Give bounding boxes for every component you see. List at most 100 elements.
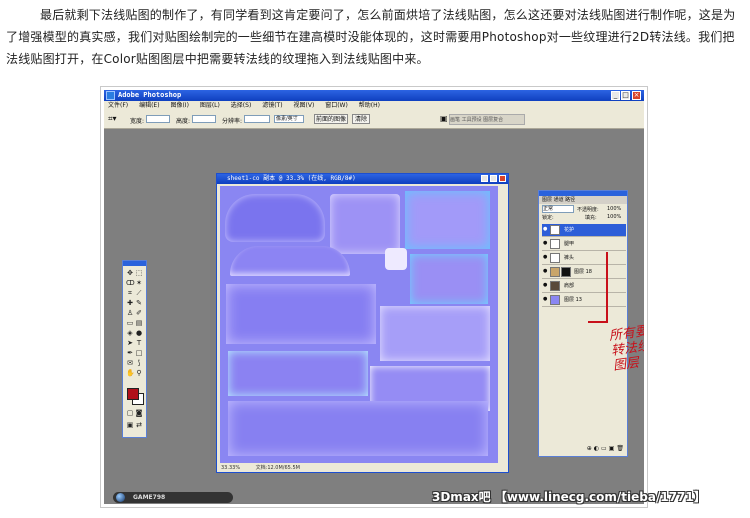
menu-filter[interactable]: 滤镜(T): [262, 102, 282, 109]
title-bar: Adobe Photoshop _ □ ×: [104, 90, 644, 101]
menu-help[interactable]: 帮助(H): [359, 102, 380, 109]
opacity-value[interactable]: 100%: [607, 206, 621, 212]
menu-file[interactable]: 文件(F): [108, 102, 128, 109]
clear-button[interactable]: 清除: [352, 114, 370, 124]
layer-thumbnail: [550, 295, 560, 305]
pen-tool-icon[interactable]: ✒: [126, 349, 134, 357]
screen-mode-icon[interactable]: ▣: [126, 421, 134, 429]
jump-to-imageready-icon[interactable]: ⇄: [135, 421, 143, 429]
document-window: sheet1-co 副本 @ 33.3% (在线, RGB/8#) 33.33%…: [216, 173, 509, 473]
options-bar: ⌗▾ 宽度: 高度: 分辨率: 像素/英寸 前面的图像 清除 ▣ 画笔 工具预设…: [104, 111, 644, 129]
texture-buckle: [385, 248, 407, 270]
minimize-icon[interactable]: _: [611, 91, 620, 100]
normal-map-canvas[interactable]: [220, 186, 498, 463]
layer-thumbnail: [550, 239, 560, 249]
width-label: 宽度:: [130, 118, 145, 125]
layer-row[interactable]: ● 图层 18: [542, 266, 626, 279]
layer-name: 肩部: [564, 283, 575, 289]
layers-options: 正常 不透明度: 100% 锁定: 填充: 100%: [539, 204, 627, 221]
visibility-eye-icon[interactable]: ●: [543, 269, 548, 274]
menu-edit[interactable]: 编辑(E): [139, 102, 159, 109]
fill-value[interactable]: 100%: [607, 214, 621, 220]
watermark: 3Dmax吧 【www.linecg.com/tieba/1771】: [432, 490, 706, 504]
zoom-readout[interactable]: 33.33%: [221, 465, 240, 471]
zoom-tool-icon[interactable]: ⚲: [135, 369, 143, 377]
standard-mode-icon[interactable]: ▢: [126, 409, 134, 417]
layer-row[interactable]: ● 图层 13: [542, 294, 626, 307]
front-image-button[interactable]: 前面的图像: [314, 114, 348, 124]
visibility-eye-icon[interactable]: ●: [543, 297, 548, 302]
menu-layer[interactable]: 图层(L): [200, 102, 220, 109]
doc-close-icon[interactable]: [499, 175, 506, 182]
magic-wand-icon[interactable]: ✶: [135, 279, 143, 287]
history-brush-icon[interactable]: ✐: [135, 309, 143, 317]
doc-minimize-icon[interactable]: [481, 175, 488, 182]
document-status-bar: 33.33% 文档:12.0M/65.5M: [217, 464, 508, 472]
slice-icon[interactable]: ⟋: [135, 289, 143, 297]
layer-row[interactable]: ● 肩部: [542, 280, 626, 293]
layer-row[interactable]: ● 腿甲: [542, 238, 626, 251]
game798-logo: GAME798 WWW.GAME798.COM: [113, 492, 233, 503]
crop-icon[interactable]: ⌗: [126, 289, 134, 297]
resolution-field[interactable]: [244, 115, 270, 123]
visibility-eye-icon[interactable]: ●: [543, 227, 548, 232]
texture-skirt-right: [410, 254, 488, 304]
hand-tool-icon[interactable]: ✋: [126, 369, 135, 377]
texture-sleeves: [228, 351, 368, 396]
menu-view[interactable]: 视图(V): [294, 102, 315, 109]
close-icon[interactable]: ×: [632, 91, 641, 100]
doc-maximize-icon[interactable]: [490, 175, 497, 182]
toolbox: ✥ ⬚ ↀ ✶ ⌗ ⟋ ✚ ✎ ♙ ✐ ▭ ▤ ◈ ● ➤ T ✒ □ ✉ ⟆ …: [122, 260, 147, 438]
menu-select[interactable]: 选择(S): [231, 102, 252, 109]
move-tool-icon[interactable]: ✥: [126, 269, 134, 277]
foreground-color-swatch[interactable]: [127, 388, 139, 400]
layers-bottom-icons[interactable]: ⊕◐▭▣🗑: [542, 445, 626, 453]
document-info: 文档:12.0M/65.5M: [255, 465, 300, 471]
logo-text: GAME798 WWW.GAME798.COM: [133, 494, 166, 501]
article-paragraph: 最后就剩下法线贴图的制作了，有同学看到这肯定要问了，怎么前面烘培了法线贴图，怎么…: [6, 8, 736, 66]
layer-row[interactable]: ● 花护: [542, 224, 626, 237]
document-title-bar: sheet1-co 副本 @ 33.3% (在线, RGB/8#): [217, 174, 508, 184]
width-field[interactable]: [146, 115, 170, 123]
lasso-tool-icon[interactable]: ↀ: [126, 279, 135, 287]
notes-icon[interactable]: ✉: [126, 359, 134, 367]
menu-image[interactable]: 图像(I): [170, 102, 188, 109]
layer-name: 图层 13: [564, 297, 582, 303]
brush-icon[interactable]: ✎: [135, 299, 143, 307]
visibility-eye-icon[interactable]: ●: [543, 241, 548, 246]
shape-tool-icon[interactable]: □: [135, 349, 143, 357]
eraser-icon[interactable]: ▭: [126, 319, 134, 327]
clone-stamp-icon[interactable]: ♙: [126, 309, 134, 317]
blend-mode-select[interactable]: 正常: [542, 205, 574, 213]
layers-palette: 图层 通道 路径 正常 不透明度: 100% 锁定: 填充: 100% ● 花护…: [538, 190, 628, 457]
gradient-icon[interactable]: ▤: [135, 319, 143, 327]
texture-robe-middle: [226, 284, 376, 344]
texture-chest: [330, 194, 400, 254]
layers-tabs[interactable]: 图层 通道 路径: [539, 196, 627, 204]
eyedropper-icon[interactable]: ⟆: [135, 359, 143, 367]
dodge-icon[interactable]: ●: [135, 329, 143, 337]
layer-row[interactable]: ● 裤头: [542, 252, 626, 265]
marquee-tool-icon[interactable]: ⬚: [135, 269, 143, 277]
type-tool-icon[interactable]: T: [135, 339, 143, 347]
visibility-eye-icon[interactable]: ●: [543, 255, 548, 260]
texture-belt-arc: [230, 246, 350, 276]
height-field[interactable]: [192, 115, 216, 123]
lock-label: 锁定:: [542, 215, 554, 221]
texture-panel: [380, 306, 490, 361]
crop-tool-icon[interactable]: ⌗▾: [108, 114, 117, 124]
blur-icon[interactable]: ◈: [126, 329, 134, 337]
layer-thumbnail: [550, 281, 560, 291]
annotation-bracket-line: [606, 252, 608, 322]
quickmask-mode-icon[interactable]: ◙: [135, 409, 143, 417]
path-select-icon[interactable]: ➤: [126, 339, 134, 347]
visibility-eye-icon[interactable]: ●: [543, 283, 548, 288]
healing-brush-icon[interactable]: ✚: [126, 299, 134, 307]
palette-well-tabs[interactable]: 画笔 工具预设 图层复合: [449, 114, 525, 125]
maximize-icon[interactable]: □: [621, 91, 630, 100]
layer-name: 腿甲: [564, 241, 575, 247]
units-select[interactable]: 像素/英寸: [274, 115, 304, 123]
layer-name: 裤头: [564, 255, 575, 261]
menu-window[interactable]: 窗口(W): [325, 102, 348, 109]
palette-well-icon[interactable]: ▣: [440, 114, 448, 123]
